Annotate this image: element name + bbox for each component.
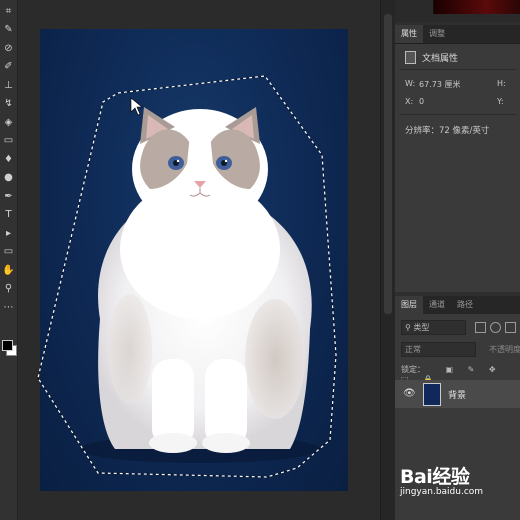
color-panel[interactable] [395,0,520,22]
blur-icon[interactable]: ♦ [1,152,16,167]
crop-icon[interactable]: ⌗ [1,4,16,19]
cat-photo[interactable] [40,29,348,491]
filter-type-icon[interactable] [505,322,516,333]
spot-healing-icon[interactable]: ⊘ [1,41,16,56]
filter-pixel-icon[interactable] [475,322,486,333]
filter-label: 类型 [413,323,430,332]
zoom-icon[interactable]: ⚲ [1,282,16,297]
eyedropper-icon[interactable]: ✎ [1,23,16,38]
properties-panel: 文档属性 W: 67.73 厘米 H: X: 0 Y: 分辨率：72 像素/英寸 [395,44,520,292]
watermark-url: jingyan.baidu.com [400,487,484,497]
gradient-icon[interactable]: ▭ [1,134,16,149]
layers-tabs: 图层 通道 路径 [395,296,520,315]
baidu-jingyan-watermark: Bai经验 jingyan.baidu.com [398,462,516,512]
tab-channels[interactable]: 通道 [423,296,451,314]
y-label: Y: [497,97,504,106]
divider [399,69,517,70]
pen-icon[interactable]: ✒ [1,189,16,204]
cat-illustration [80,107,320,463]
filter-adjustment-icon[interactable] [490,322,501,333]
eraser-icon[interactable]: ◈ [1,115,16,130]
properties-tabs: 属性 调整 [395,25,520,44]
layer-filter-select[interactable]: ⚲ 类型 [401,320,466,335]
color-spectrum[interactable] [433,0,520,14]
x-value[interactable]: 0 [419,97,424,106]
history-brush-icon[interactable]: ↯ [1,97,16,112]
blend-mode-select[interactable]: 正常 [401,342,476,357]
dodge-icon[interactable]: ● [1,171,16,186]
watermark-logo: Bai经验 [400,466,470,488]
resolution-text: 分辨率：72 像素/英寸 [405,126,490,136]
more-tools-icon[interactable]: ⋯ [1,300,16,315]
layer-thumbnail [423,383,441,406]
divider [399,114,517,115]
layer-name: 背景 [448,391,467,401]
visibility-eye-icon[interactable]: 👁 [403,388,416,399]
foreground-color-swatch[interactable] [2,340,13,351]
brush-icon[interactable]: ✐ [1,60,16,75]
lock-label: 锁定： [401,365,425,374]
type-icon[interactable]: T [1,208,16,223]
path-select-icon[interactable]: ▸ [1,226,16,241]
x-label: X: [405,97,414,106]
width-label: W: [405,79,416,88]
hand-icon[interactable]: ✋ [1,263,16,278]
height-label: H: [497,79,506,88]
layer-row-background[interactable]: 👁 背景 [395,380,520,408]
tools-panel: ⌗ ✎ ⊘ ✐ ⊥ ↯ ◈ ▭ ♦ ● ✒ T ▸ ▭ ✋ ⚲ ⋯ [0,0,18,520]
tab-properties[interactable]: 属性 [395,25,423,43]
properties-title: 文档属性 [422,54,459,64]
stamp-icon[interactable]: ⊥ [1,78,16,93]
document-properties-header: 文档属性 [405,51,458,64]
opacity-label: 不透明度 [489,345,520,354]
rectangle-icon[interactable]: ▭ [1,245,16,260]
tab-paths[interactable]: 路径 [451,296,479,314]
width-value[interactable]: 67.73 厘米 [419,79,460,90]
canvas-vertical-scrollbar[interactable] [380,0,395,520]
tab-adjustments[interactable]: 调整 [423,25,451,43]
scrollbar-thumb[interactable] [384,14,392,314]
document-icon [405,51,416,64]
tab-layers[interactable]: 图层 [395,296,423,314]
